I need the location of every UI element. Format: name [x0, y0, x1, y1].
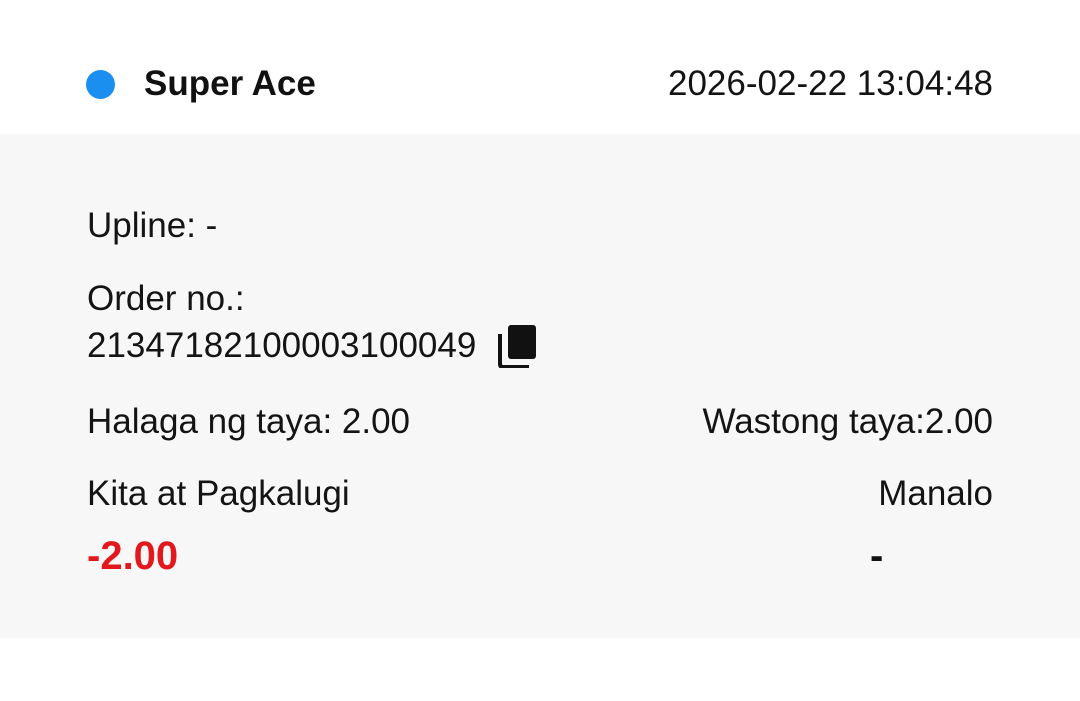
- order-number-value: 21347182100003100049: [87, 326, 477, 365]
- win-value: -: [870, 534, 884, 578]
- bet-amount: Halaga ng taya: 2.00: [87, 402, 411, 441]
- record-timestamp: 2026-02-22 13:04:48: [668, 64, 993, 103]
- valid-bet-amount: Wastong taya:2.00: [702, 402, 993, 441]
- upline-text: Upline: -: [87, 206, 218, 245]
- status-dot: [86, 70, 115, 99]
- copy-icon[interactable]: [498, 324, 538, 368]
- profit-loss-value: -2.00: [87, 534, 179, 578]
- win-label: Manalo: [878, 474, 993, 513]
- order-number-label: Order no.:: [87, 279, 245, 318]
- record-header: Super Ace 2026-02-22 13:04:48: [0, 0, 1080, 134]
- game-name: Super Ace: [144, 64, 316, 103]
- profit-loss-label: Kita at Pagkalugi: [87, 474, 350, 513]
- record-details: Upline: - Order no.: 2134718210000310004…: [0, 134, 1080, 638]
